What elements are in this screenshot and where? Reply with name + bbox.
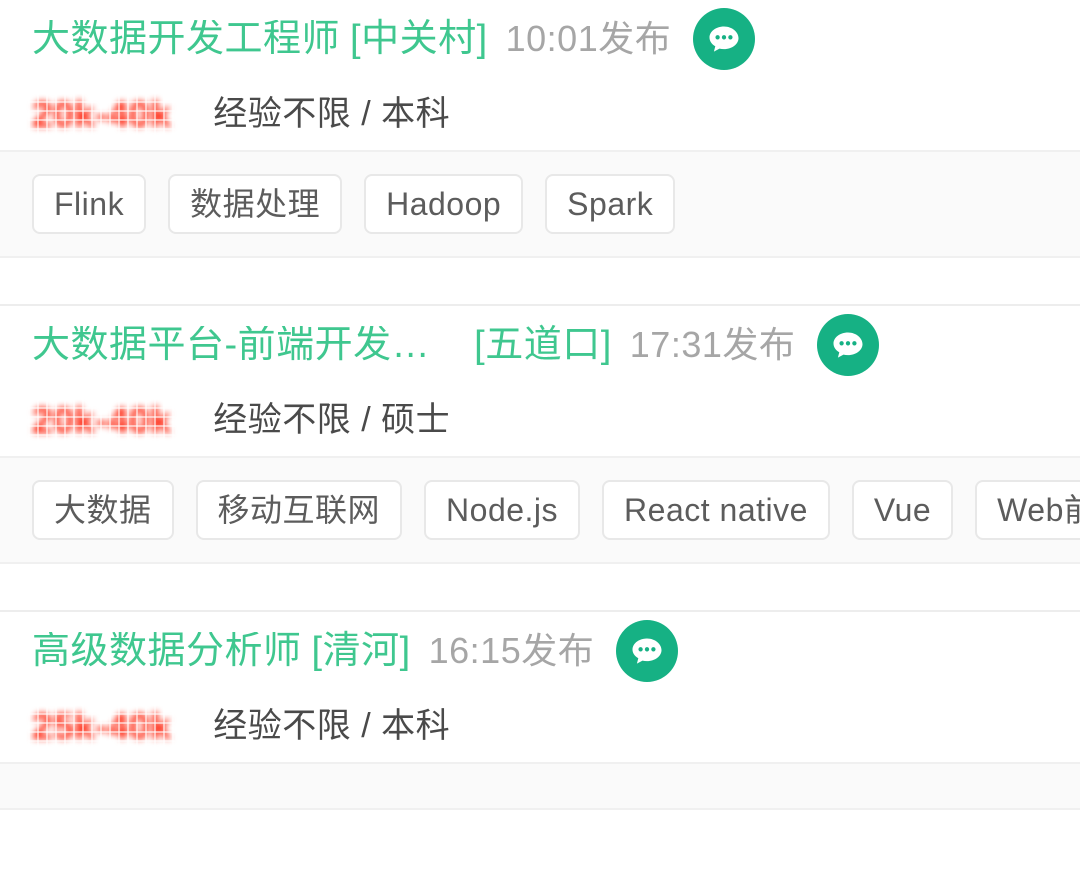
job-tag[interactable]: Flink [32, 174, 147, 234]
job-salary: 20k-40k [28, 397, 176, 443]
job-detail-row: 25k-40k 经验不限 / 本科 [28, 690, 1048, 762]
job-salary: 20k-40k [28, 91, 176, 137]
job-summary[interactable]: 大数据开发工程师 [中关村] 10:01发布 20k-40k 经验不限 / 本科 [0, 0, 1080, 150]
job-tag[interactable]: Node.js [424, 480, 581, 540]
job-tag[interactable]: React native [602, 480, 830, 540]
job-publish-time: 16:15发布 [428, 630, 595, 671]
job-district: [五道口] [474, 324, 612, 366]
chat-bubble-icon[interactable] [616, 620, 679, 682]
job-publish-time: 10:01发布 [505, 18, 672, 59]
job-tag[interactable]: Hadoop [364, 174, 524, 234]
job-title[interactable]: 高级数据分析师 [32, 632, 302, 670]
job-tag-strip: 大数据 移动互联网 Node.js React native Vue Web前端 [0, 456, 1080, 564]
job-tag-strip: Flink 数据处理 Hadoop Spark [0, 150, 1080, 258]
job-card[interactable]: 高级数据分析师 [清河] 16:15发布 25k-40k 经验不限 / 本科 [0, 610, 1080, 810]
job-tag-strip [0, 762, 1080, 810]
job-list-screen: 大数据开发工程师 [中关村] 10:01发布 20k-40k 经验不限 / 本科… [0, 0, 1080, 894]
job-district: [清河] [311, 630, 411, 672]
chat-bubble-icon[interactable] [817, 314, 880, 376]
job-detail-row: 20k-40k 经验不限 / 本科 [28, 78, 1048, 150]
job-district: [中关村] [350, 18, 488, 60]
card-spacer [0, 258, 1080, 304]
job-salary-text: 20k-40k [32, 399, 172, 441]
job-card[interactable]: 大数据平台-前端开发… [五道口] 17:31发布 20k-40k 经验不限 /… [0, 304, 1080, 610]
job-tag[interactable]: 移动互联网 [195, 480, 403, 540]
job-tag[interactable]: Spark [545, 174, 676, 234]
job-salary-text: 20k-40k [32, 93, 172, 135]
job-title-row: 大数据开发工程师 [中关村] 10:01发布 [32, 0, 1048, 78]
job-title[interactable]: 大数据平台-前端开发… [32, 326, 430, 364]
job-tag[interactable]: 大数据 [32, 480, 174, 540]
job-requirements: 经验不限 / 硕士 [213, 401, 451, 439]
job-requirements: 经验不限 / 本科 [213, 707, 451, 745]
job-publish-time: 17:31发布 [629, 324, 796, 365]
job-summary[interactable]: 高级数据分析师 [清河] 16:15发布 25k-40k 经验不限 / 本科 [0, 612, 1080, 762]
chat-bubble-icon[interactable] [693, 8, 756, 70]
job-tag[interactable]: Vue [851, 480, 954, 540]
job-requirements: 经验不限 / 本科 [213, 95, 451, 133]
job-title-row: 高级数据分析师 [清河] 16:15发布 [32, 612, 1048, 690]
job-salary-text: 25k-40k [32, 705, 172, 747]
job-tag[interactable]: Web前端 [975, 480, 1080, 540]
job-title[interactable]: 大数据开发工程师 [32, 20, 340, 58]
job-card[interactable]: 大数据开发工程师 [中关村] 10:01发布 20k-40k 经验不限 / 本科… [0, 0, 1080, 304]
card-spacer [0, 564, 1080, 610]
job-salary: 25k-40k [28, 703, 176, 749]
job-title-row: 大数据平台-前端开发… [五道口] 17:31发布 [32, 306, 1048, 384]
job-detail-row: 20k-40k 经验不限 / 硕士 [28, 384, 1048, 456]
job-summary[interactable]: 大数据平台-前端开发… [五道口] 17:31发布 20k-40k 经验不限 /… [0, 306, 1080, 456]
job-tag[interactable]: 数据处理 [168, 174, 343, 234]
